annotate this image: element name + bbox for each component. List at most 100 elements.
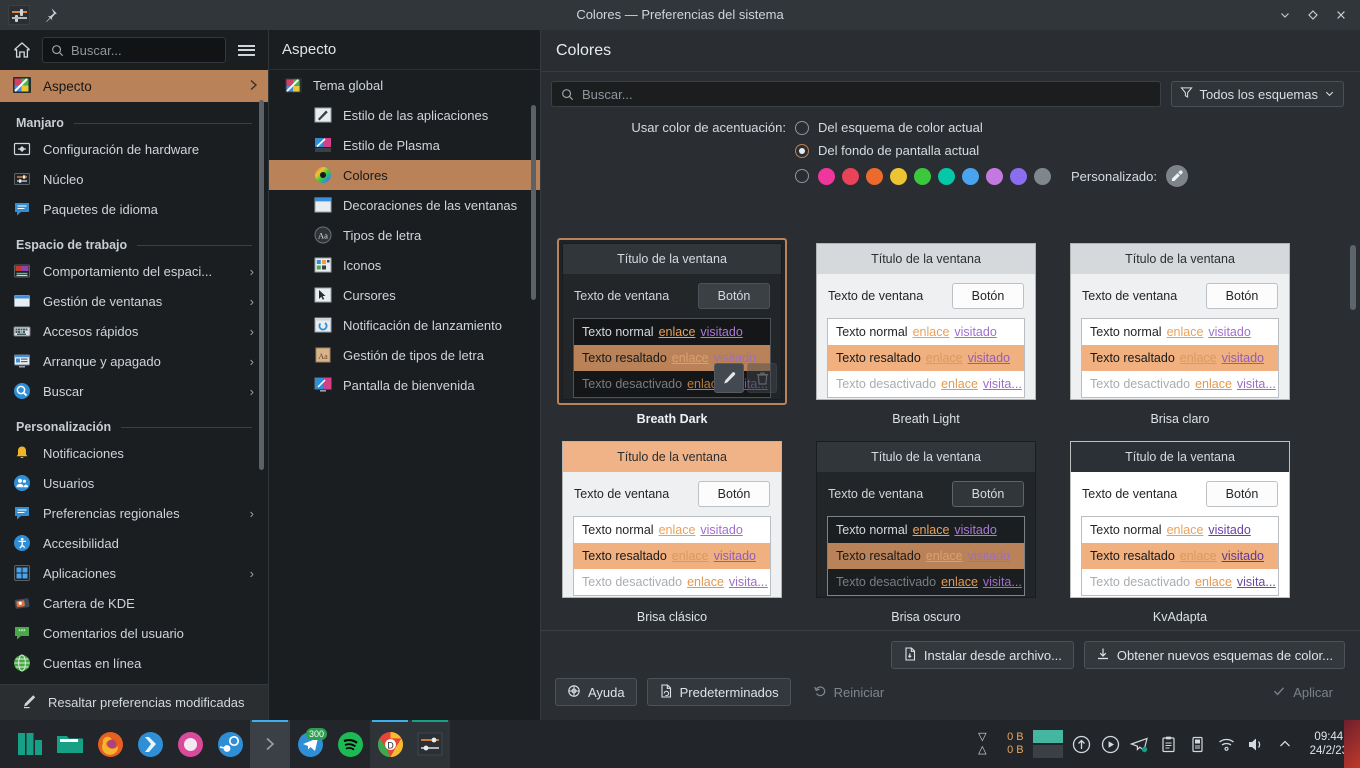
- preview-visited-link[interactable]: visitado: [968, 351, 1010, 365]
- telegram-icon[interactable]: 300: [290, 720, 330, 768]
- accent-swatch-green[interactable]: [914, 167, 931, 185]
- c2-item-gestion-tipos-letra[interactable]: Aa Gestión de tipos de letra: [269, 340, 540, 370]
- preview-visited-link[interactable]: visitado: [968, 549, 1010, 563]
- preview-visited-link[interactable]: visita...: [729, 575, 768, 589]
- color-picker-icon[interactable]: [1166, 165, 1188, 187]
- preview-link[interactable]: enlace: [687, 575, 724, 589]
- c2-item-tema-global[interactable]: Tema global: [269, 70, 540, 100]
- preview-link[interactable]: enlace: [913, 523, 950, 537]
- volume-icon[interactable]: [1246, 734, 1266, 754]
- scheme-filter-dropdown[interactable]: Todos los esquemas: [1171, 81, 1344, 107]
- grid-scrollbar[interactable]: [1350, 240, 1356, 670]
- scrollbar-thumb[interactable]: [531, 105, 536, 300]
- preview-visited-link[interactable]: visitado: [954, 523, 996, 537]
- accent-swatch-purple[interactable]: [1010, 167, 1027, 185]
- accent-swatch-pink[interactable]: [818, 167, 835, 185]
- c2-item-estilo-aplicaciones[interactable]: Estilo de las aplicaciones: [269, 100, 540, 130]
- sidebar-item-search[interactable]: Buscar ›: [0, 376, 268, 406]
- c2-item-notificacion-lanzamiento[interactable]: Notificación de lanzamiento: [269, 310, 540, 340]
- preview-visited-link[interactable]: visita...: [1237, 575, 1276, 589]
- media-player-icon[interactable]: [170, 720, 210, 768]
- c2-item-estilo-plasma[interactable]: Estilo de Plasma: [269, 130, 540, 160]
- minimize-icon[interactable]: [1272, 3, 1298, 27]
- scheme-search-input[interactable]: Buscar...: [551, 81, 1162, 107]
- sidebar-item-notifications[interactable]: Notificaciones: [0, 438, 268, 468]
- color-scheme-card[interactable]: Título de la ventana Texto de ventana Botó…: [811, 238, 1041, 405]
- color-scheme-card[interactable]: Título de la ventana Texto de ventana Botó…: [1065, 436, 1295, 603]
- color-scheme-card[interactable]: Título de la ventana Texto de ventana Botó…: [557, 436, 787, 603]
- preview-visited-link[interactable]: visita...: [983, 575, 1022, 589]
- preview-visited-link[interactable]: visitado: [700, 523, 742, 537]
- preview-visited-link[interactable]: visitado: [1222, 549, 1264, 563]
- apply-button[interactable]: Aplicar: [1260, 678, 1345, 706]
- preview-visited-link[interactable]: visitado: [1222, 351, 1264, 365]
- preview-link[interactable]: enlace: [659, 325, 696, 339]
- preview-visited-link[interactable]: visitado: [954, 325, 996, 339]
- pin-icon[interactable]: [42, 7, 58, 23]
- preview-visited-link[interactable]: visitado: [700, 325, 742, 339]
- sidebar-item-hardware-config[interactable]: Configuración de hardware: [0, 134, 268, 164]
- preview-link[interactable]: enlace: [941, 575, 978, 589]
- hamburger-icon[interactable]: [234, 38, 258, 62]
- sidebar-item-shortcuts[interactable]: Accesos rápidos ›: [0, 316, 268, 346]
- preview-visited-link[interactable]: visitado: [714, 549, 756, 563]
- preview-link[interactable]: enlace: [1167, 523, 1204, 537]
- c2-item-iconos[interactable]: Iconos: [269, 250, 540, 280]
- system-settings-icon[interactable]: [410, 720, 450, 768]
- file-manager-icon[interactable]: [50, 720, 90, 768]
- sidebar-scrollbar[interactable]: [259, 100, 264, 700]
- sidebar-item-kde-wallet[interactable]: Cartera de KDE: [0, 588, 268, 618]
- accent-swatch-red[interactable]: [842, 167, 859, 185]
- accent-swatch-yellow[interactable]: [890, 167, 907, 185]
- spotify-icon[interactable]: [330, 720, 370, 768]
- maximize-icon[interactable]: [1300, 3, 1326, 27]
- install-from-file-button[interactable]: Instalar desde archivo...: [890, 641, 1074, 669]
- sidebar-item-workspace-behavior[interactable]: Comportamiento del espaci... ›: [0, 256, 268, 286]
- preview-button[interactable]: Botón: [698, 481, 770, 507]
- show-desktop-icon[interactable]: [250, 720, 290, 768]
- accent-swatch-orange[interactable]: [866, 167, 883, 185]
- c2-item-colores[interactable]: Colores: [269, 160, 540, 190]
- sidebar-item-window-management[interactable]: Gestión de ventanas ›: [0, 286, 268, 316]
- preview-link[interactable]: enlace: [659, 523, 696, 537]
- preview-link[interactable]: enlace: [926, 351, 963, 365]
- accent-swatch-teal[interactable]: [938, 167, 955, 185]
- usb-device-icon[interactable]: [1188, 734, 1208, 754]
- update-icon[interactable]: [1072, 734, 1092, 754]
- preview-visited-link[interactable]: visita...: [983, 377, 1022, 391]
- reset-button[interactable]: Reiniciar: [801, 678, 897, 706]
- defaults-button[interactable]: Predeterminados: [646, 678, 791, 706]
- preview-button[interactable]: Botón: [1206, 283, 1278, 309]
- manjaro-menu-icon[interactable]: [10, 720, 50, 768]
- sidebar-item-accessibility[interactable]: Accesibilidad: [0, 528, 268, 558]
- column2-scrollbar[interactable]: [531, 105, 536, 625]
- color-scheme-card[interactable]: Título de la ventana Texto de ventana Botó…: [811, 436, 1041, 603]
- radio-accent-custom-swatch[interactable]: [795, 169, 809, 183]
- get-new-schemes-button[interactable]: Obtener nuevos esquemas de color...: [1083, 641, 1345, 669]
- help-button[interactable]: Ayuda: [555, 678, 637, 706]
- chrome-icon[interactable]: D: [370, 720, 410, 768]
- steam-icon[interactable]: [210, 720, 250, 768]
- expand-arrow-icon[interactable]: [1275, 734, 1295, 754]
- sidebar-item-regional-settings[interactable]: Preferencias regionales ›: [0, 498, 268, 528]
- scrollbar-thumb[interactable]: [259, 100, 264, 470]
- sidebar-item-startup-shutdown[interactable]: Arranque y apagado ›: [0, 346, 268, 376]
- c2-item-cursores[interactable]: Cursores: [269, 280, 540, 310]
- radio-accent-from-scheme[interactable]: [795, 120, 809, 135]
- preview-link[interactable]: enlace: [672, 549, 709, 563]
- preview-link[interactable]: enlace: [1180, 549, 1217, 563]
- close-icon[interactable]: [1328, 3, 1354, 27]
- edit-scheme-button[interactable]: [714, 363, 744, 393]
- preview-visited-link[interactable]: visita...: [1237, 377, 1276, 391]
- network-speed-monitor[interactable]: 0 B 0 B: [996, 731, 1024, 757]
- highlight-changed-settings-button[interactable]: Resaltar preferencias modificadas: [0, 684, 268, 720]
- c2-item-tipos-letra[interactable]: Aa Tipos de letra: [269, 220, 540, 250]
- sidebar-item-user-feedback[interactable]: *** Comentarios del usuario: [0, 618, 268, 648]
- c2-item-pantalla-bienvenida[interactable]: Pantalla de bienvenida: [269, 370, 540, 400]
- sidebar-item-kernel[interactable]: Núcleo: [0, 164, 268, 194]
- scrollbar-thumb[interactable]: [1350, 245, 1356, 310]
- accent-swatch-blue[interactable]: [962, 167, 979, 185]
- preview-link[interactable]: enlace: [1195, 575, 1232, 589]
- sidebar-item-aspecto[interactable]: Aspecto: [0, 70, 268, 102]
- firefox-icon[interactable]: [90, 720, 130, 768]
